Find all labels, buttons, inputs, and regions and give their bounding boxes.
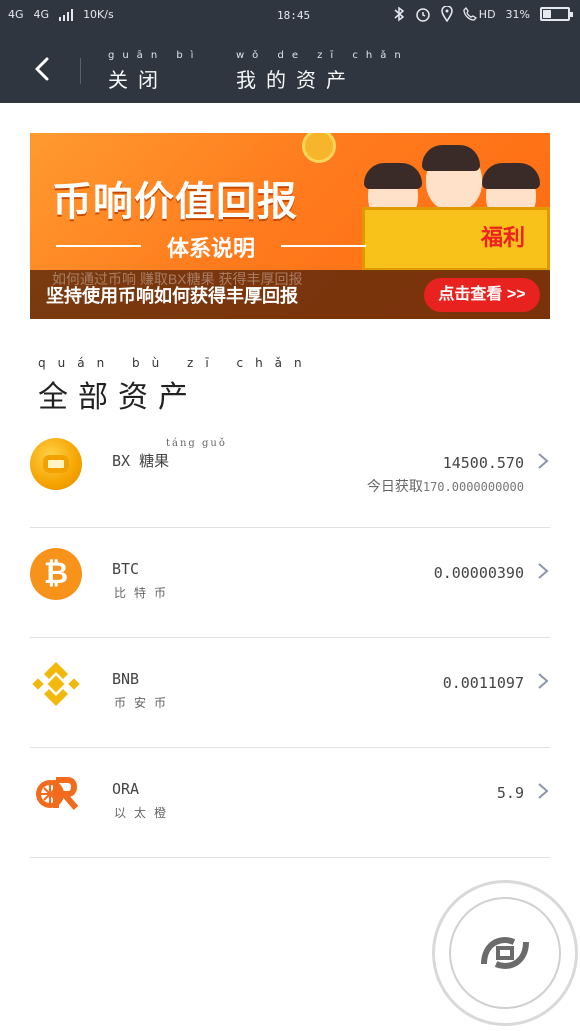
status-bar: 4G 4G 10K/s 18:45 HD 31%	[0, 0, 580, 32]
banner-ghost-text: 如何通过币响 赚取BX糖果 获得丰厚回报	[52, 271, 303, 287]
bitcoin-icon: ₿	[30, 548, 82, 600]
banner-subline: 体系说明	[56, 231, 366, 263]
ora-icon	[36, 777, 79, 810]
chevron-right-icon	[538, 453, 549, 469]
battery-icon	[540, 7, 573, 21]
book-illustration: 福利	[362, 207, 550, 271]
back-arrow-icon[interactable]	[28, 54, 58, 84]
chevron-right-icon	[538, 563, 549, 579]
asset-amount: 5.9	[496, 784, 524, 802]
call-hd-indicator: HD	[463, 7, 496, 21]
today-earned-label: 今日获取	[366, 479, 423, 495]
close-button[interactable]: guān bì 关闭	[108, 50, 201, 93]
asset-name-cn: 以太橙	[114, 806, 175, 820]
asset-name-pinyin: táng guǒ	[166, 438, 227, 449]
title-label: 我的资产	[236, 68, 356, 92]
asset-symbol: BNB	[112, 670, 140, 688]
asset-name-cn: 比特币	[114, 586, 175, 600]
watermark-seal	[432, 880, 578, 1026]
nav-bar: guān bì 关闭 wǒ de zī chǎn 我的资产	[0, 40, 580, 103]
asset-row-ora[interactable]: ORA 以太橙 5.9	[30, 748, 550, 858]
close-label: 关闭	[108, 68, 168, 92]
asset-amount: 0.0011097	[442, 674, 524, 692]
asset-symbol: BTC	[112, 560, 140, 578]
location-icon	[441, 6, 453, 22]
view-details-button[interactable]: 点击查看 >>	[424, 278, 540, 312]
asset-amount: 0.00000390	[433, 564, 524, 582]
bnb-icon	[32, 662, 80, 706]
watermark-logo-icon	[481, 937, 529, 969]
asset-symbol: ORA	[112, 780, 140, 798]
section-pinyin: quán bù zī chǎn	[38, 356, 314, 370]
asset-symbol: BX 糖果	[112, 452, 170, 470]
asset-row-bnb[interactable]: BNB 币安币 0.0011097	[30, 638, 550, 748]
network-label-2: 4G	[33, 8, 50, 21]
network-speed: 10K/s	[83, 8, 114, 21]
network-label: 4G	[8, 8, 24, 21]
asset-name-cn: 糖果	[139, 452, 170, 470]
asset-name-cn: 币安币	[114, 696, 175, 710]
asset-amount: 14500.570	[442, 454, 524, 472]
signal-icon	[59, 8, 74, 21]
character-illustration	[422, 145, 482, 211]
nav-divider	[80, 58, 81, 84]
asset-row-btc[interactable]: ₿ BTC 比特币 0.00000390	[30, 528, 550, 638]
status-time: 18:45	[277, 9, 311, 22]
asset-extra: 今日获取170.0000000000	[366, 479, 524, 495]
section-title: quán bù zī chǎn 全部资产	[38, 356, 314, 416]
alarm-icon	[416, 8, 430, 22]
chevron-right-icon	[538, 783, 549, 799]
hd-label: HD	[478, 7, 496, 21]
close-pinyin: guān bì	[108, 50, 202, 61]
bx-coin-icon	[30, 438, 82, 490]
coin-decoration-icon	[302, 133, 336, 163]
asset-row-bx[interactable]: BX 糖果 táng guǒ 14500.570 今日获取170.0000000…	[30, 418, 550, 528]
section-label: 全部资产	[38, 380, 198, 415]
app-header: 4G 4G 10K/s 18:45 HD 31% guān bì 关闭 wǒ d…	[0, 0, 580, 103]
title-pinyin: wǒ de zī chǎn	[236, 50, 409, 61]
banner-headline: 币响价值回报	[52, 180, 298, 224]
phone-icon	[463, 7, 477, 21]
promo-banner[interactable]: 福利 币响价值回报 体系说明 坚持使用币响如何获得丰厚回报 点击查看 >> 如何…	[30, 133, 550, 319]
banner-badge: 福利	[480, 225, 525, 250]
bluetooth-icon	[394, 6, 404, 22]
battery-percent: 31%	[505, 7, 530, 21]
page-title: wǒ de zī chǎn 我的资产	[236, 50, 409, 93]
chevron-right-icon	[538, 673, 549, 689]
